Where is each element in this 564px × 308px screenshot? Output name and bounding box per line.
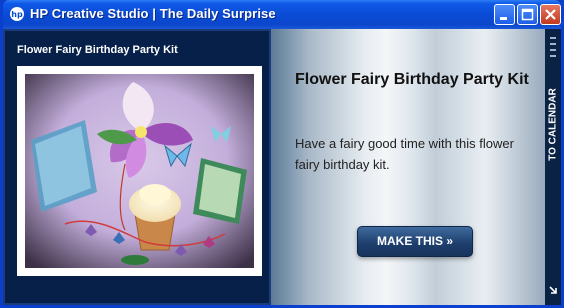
close-icon [545, 9, 556, 20]
grip-icon [550, 37, 556, 65]
preview-panel: Flower Fairy Birthday Party Kit [3, 29, 271, 305]
party-kit-image[interactable] [25, 74, 254, 268]
make-this-button[interactable]: MAKE THIS » [357, 226, 473, 257]
maximize-button[interactable] [517, 4, 538, 25]
maximize-icon [521, 8, 534, 21]
project-description: Have a fairy good time with this flower … [295, 136, 514, 172]
title-bar[interactable]: hp HP Creative Studio | The Daily Surpri… [3, 0, 561, 29]
preview-title: Flower Fairy Birthday Party Kit [17, 44, 178, 56]
svg-text:hp: hp [11, 10, 23, 19]
to-calendar-label: TO CALENDAR [547, 88, 559, 161]
details-panel: Flower Fairy Birthday Party Kit Have a f… [271, 29, 545, 305]
photo-frame [17, 66, 262, 276]
close-button[interactable] [540, 4, 561, 25]
window-content: Flower Fairy Birthday Party Kit Flower F… [3, 29, 561, 305]
minimize-button[interactable] [494, 4, 515, 25]
app-window: hp HP Creative Studio | The Daily Surpri… [0, 0, 564, 308]
to-calendar-tab[interactable]: TO CALENDAR [545, 29, 561, 305]
hp-logo-icon: hp [10, 7, 24, 21]
window-title: HP Creative Studio | The Daily Surprise [30, 6, 276, 21]
project-title: Flower Fairy Birthday Party Kit [295, 71, 529, 88]
arrow-icon [549, 286, 557, 294]
minimize-icon [500, 17, 507, 20]
